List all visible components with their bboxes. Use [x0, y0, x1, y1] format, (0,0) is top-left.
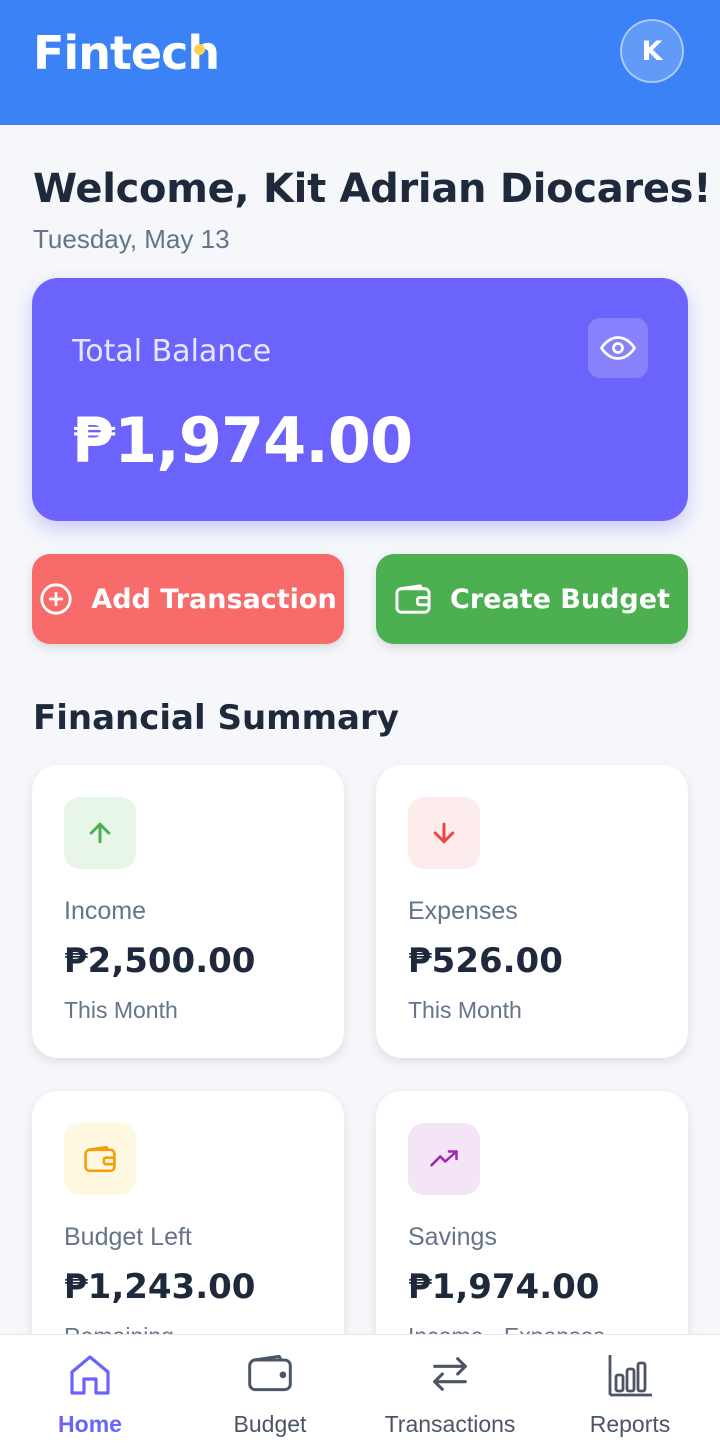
nav-label: Budget	[233, 1411, 307, 1437]
card-value: ₱2,500.00	[64, 941, 256, 981]
arrow-down-icon	[433, 822, 455, 844]
arrow-up-icon	[89, 822, 111, 844]
create-budget-button[interactable]: Create Budget	[376, 554, 688, 644]
app-logo[interactable]: Fintech	[33, 26, 220, 80]
summary-card-expenses[interactable]: Expenses ₱526.00 This Month	[376, 765, 688, 1058]
nav-item-budget[interactable]: Budget	[180, 1335, 360, 1452]
card-label: Expenses	[408, 897, 518, 925]
page-title: Welcome, Kit Adrian Diocares!	[33, 166, 712, 212]
icon-badge	[408, 1123, 480, 1195]
nav-item-transactions[interactable]: Transactions	[360, 1335, 540, 1452]
balance-amount: ₱1,974.00	[72, 404, 413, 477]
icon-badge	[64, 797, 136, 869]
icon-badge	[64, 1123, 136, 1195]
section-title-financial-summary: Financial Summary	[33, 698, 399, 738]
swap-icon	[433, 1357, 467, 1391]
wallet-icon	[84, 1145, 116, 1173]
eye-icon	[600, 336, 636, 360]
wallet-icon	[395, 584, 431, 614]
trending-up-icon	[430, 1150, 458, 1167]
bottom-navigation: Home Budget Transactions Reports	[0, 1334, 720, 1452]
balance-card: Total Balance ₱1,974.00	[32, 278, 688, 521]
add-transaction-button[interactable]: Add Transaction	[32, 554, 344, 644]
logo-dot-icon	[194, 44, 205, 55]
add-transaction-label: Add Transaction	[91, 583, 337, 615]
nav-item-home[interactable]: Home	[0, 1335, 180, 1452]
home-icon	[70, 1355, 110, 1395]
wallet-icon	[248, 1354, 292, 1392]
summary-card-income[interactable]: Income ₱2,500.00 This Month	[32, 765, 344, 1058]
app-header: Fintech K	[0, 0, 720, 125]
card-value: ₱1,974.00	[408, 1267, 600, 1307]
card-value: ₱1,243.00	[64, 1267, 256, 1307]
nav-item-reports[interactable]: Reports	[540, 1335, 720, 1452]
card-subtitle: This Month	[408, 997, 522, 1023]
card-label: Income	[64, 897, 146, 925]
nav-label: Transactions	[384, 1411, 516, 1437]
toggle-balance-visibility-button[interactable]	[588, 318, 648, 378]
current-date: Tuesday, May 13	[33, 224, 230, 254]
nav-label: Reports	[589, 1411, 671, 1437]
bar-chart-icon	[608, 1355, 652, 1397]
plus-circle-icon	[40, 583, 72, 615]
card-label: Budget Left	[64, 1223, 192, 1251]
card-value: ₱526.00	[408, 941, 563, 981]
avatar[interactable]: K	[620, 19, 684, 83]
icon-badge	[408, 797, 480, 869]
card-subtitle: This Month	[64, 997, 178, 1023]
balance-label: Total Balance	[72, 334, 272, 369]
create-budget-label: Create Budget	[450, 583, 670, 615]
nav-label: Home	[58, 1411, 122, 1437]
card-label: Savings	[408, 1223, 497, 1251]
